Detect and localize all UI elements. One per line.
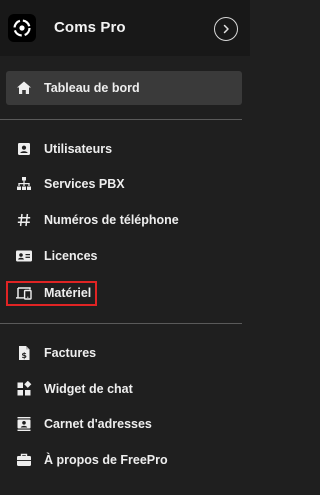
sidebar-item-hardware[interactable]: Matériel [6,276,242,310]
sidebar-item-label: Matériel [44,286,92,300]
collapse-sidebar-button[interactable] [214,17,238,41]
sidebar-item-chat-widget[interactable]: Widget de chat [6,372,242,406]
sidebar-item-users[interactable]: Utilisateurs [6,132,242,166]
widget-icon [15,380,33,398]
sidebar-item-label: Widget de chat [44,382,133,396]
user-card-icon [15,140,33,158]
logo-icon [13,19,31,37]
sidebar-item-about[interactable]: À propos de FreePro [6,443,242,477]
app-title: Coms Pro [54,19,126,36]
devices-icon [15,284,33,302]
sidebar-item-label: Numéros de téléphone [44,213,179,227]
sitemap-icon [15,175,33,193]
sidebar-item-address-book[interactable]: Carnet d'adresses [6,407,242,441]
sidebar-item-label: Factures [44,346,97,360]
chevron-right-icon [223,24,229,34]
home-icon [15,79,33,97]
sidebar-item-label: Licences [44,249,98,263]
sidebar-item-label: À propos de FreePro [44,453,168,467]
briefcase-icon [15,451,33,469]
sidebar-item-label: Services PBX [44,177,125,191]
sidebar-item-invoices[interactable]: $ Factures [6,336,242,370]
id-card-icon [15,247,33,265]
sidebar-item-label: Tableau de bord [44,81,140,95]
svg-text:$: $ [21,351,27,360]
divider [0,119,242,120]
divider [0,323,242,324]
address-book-icon [15,415,33,433]
sidebar-item-phone-numbers[interactable]: Numéros de téléphone [6,203,242,237]
app-logo[interactable] [8,14,36,42]
hashtag-icon [15,211,33,229]
sidebar: Coms Pro Tableau de bord Utilisateurs Se… [0,0,250,495]
sidebar-item-label: Carnet d'adresses [44,417,152,431]
invoice-dollar-icon: $ [15,344,33,362]
sidebar-item-pbx-services[interactable]: Services PBX [6,167,242,201]
sidebar-item-licenses[interactable]: Licences [6,239,242,273]
sidebar-header: Coms Pro [0,0,250,56]
sidebar-item-label: Utilisateurs [44,142,113,156]
sidebar-item-dashboard[interactable]: Tableau de bord [6,71,242,105]
